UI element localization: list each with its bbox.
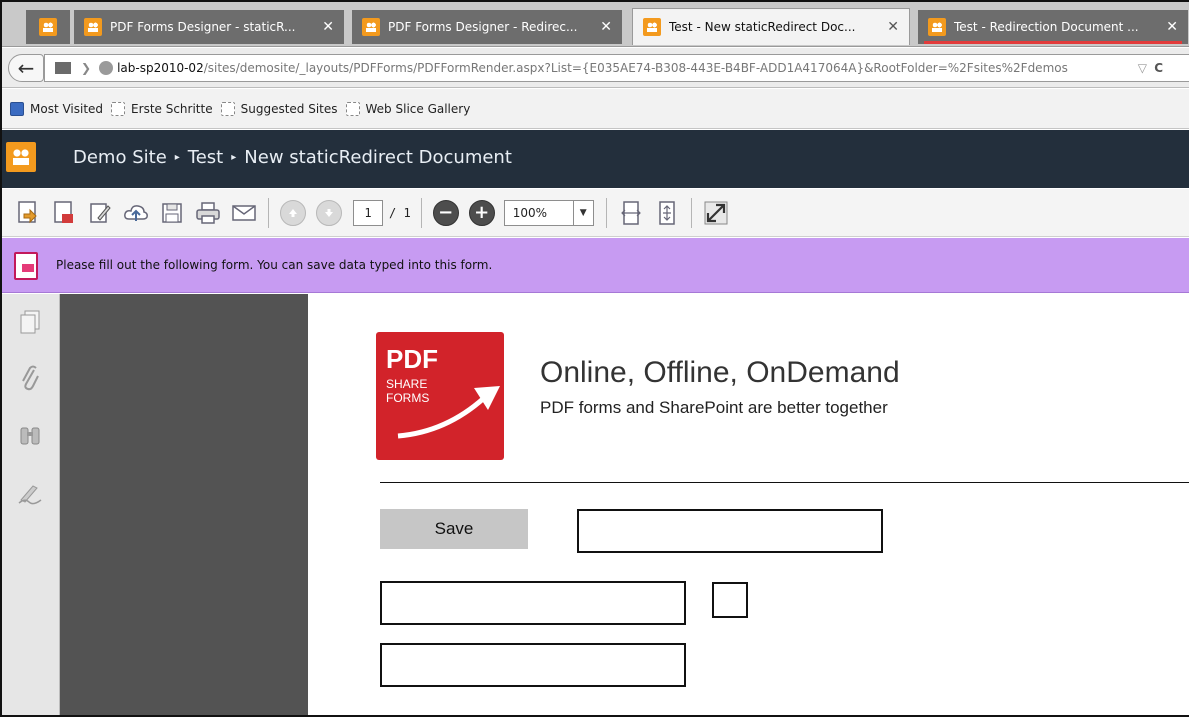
form-document-icon [14, 252, 38, 280]
sharepoint-favicon-icon [643, 18, 661, 36]
bookmark-erste-schritte[interactable]: Erste Schritte [111, 101, 213, 116]
bookmark-icon [220, 101, 235, 116]
pdf-page: PDF SHARE FORMS Online, Offline, OnDeman… [308, 294, 1189, 715]
next-page-icon[interactable] [316, 199, 342, 226]
print-icon[interactable] [190, 197, 226, 229]
tab-loading-underline [924, 41, 1182, 44]
sharepoint-favicon-icon [39, 18, 57, 36]
tab-test-redirection[interactable]: Test - Redirection Document ... ✕ [918, 10, 1188, 44]
bookmark-label: Erste Schritte [131, 101, 213, 116]
url-bar[interactable]: ❯ lab-sp2010-02 /sites/demosite/_layouts… [44, 54, 1189, 82]
sharepoint-favicon-icon [84, 18, 102, 36]
bookmark-web-slice-gallery[interactable]: Web Slice Gallery [345, 101, 471, 116]
email-icon[interactable] [226, 197, 262, 229]
tab-label: Test - New staticRedirect Doc... [669, 20, 856, 34]
attachment-icon[interactable] [16, 364, 44, 392]
pdf-toolbar: 1 / 1 − + 100% ▼ [2, 189, 1189, 237]
breadcrumb-separator-icon: ▸ [231, 152, 237, 163]
logo-arrow-icon [397, 386, 500, 439]
url-path: /sites/demosite/_layouts/PDFForms/PDFFor… [203, 61, 1068, 75]
bookmark-icon [111, 101, 126, 116]
tab-test-static-redirect[interactable]: Test - New staticRedirect Doc... ✕ [632, 8, 910, 45]
zoom-out-icon[interactable]: − [432, 199, 459, 226]
breadcrumb-test[interactable]: Test [188, 147, 223, 168]
toolbar-divider [420, 197, 422, 228]
form-data-icon[interactable] [46, 197, 82, 229]
page-number-input[interactable]: 1 [353, 199, 383, 226]
bookmark-label: Suggested Sites [240, 101, 338, 116]
import-data-icon[interactable] [10, 197, 46, 229]
url-history-dropdown-icon[interactable]: ▽ [1138, 61, 1147, 75]
document-tagline: PDF forms and SharePoint are better toge… [540, 398, 888, 417]
form-message-text: Please fill out the following form. You … [56, 258, 493, 272]
sharepoint-favicon-icon [362, 18, 380, 36]
page-total: / 1 [389, 205, 411, 220]
form-text-field-2[interactable] [380, 581, 686, 625]
tab-groups-icon[interactable] [55, 62, 71, 74]
toolbar-divider [690, 197, 692, 228]
pdf-share-forms-logo: PDF SHARE FORMS [376, 332, 504, 460]
document-background [60, 294, 308, 715]
breadcrumb-demo-site[interactable]: Demo Site [73, 147, 167, 168]
reload-icon[interactable]: C [1154, 61, 1163, 75]
breadcrumb-separator-icon: ▸ [174, 152, 180, 163]
close-icon[interactable]: ✕ [322, 19, 334, 35]
document-divider [380, 482, 1189, 483]
navigation-pane [2, 294, 60, 715]
sharepoint-logo-icon[interactable] [6, 142, 36, 172]
bookmark-label: Web Slice Gallery [365, 101, 471, 116]
sharepoint-favicon-icon [928, 18, 946, 36]
edit-form-icon[interactable] [82, 197, 118, 229]
document-headline: Online, Offline, OnDemand [540, 356, 900, 389]
bookmark-suggested-sites[interactable]: Suggested Sites [220, 101, 338, 116]
fit-page-icon[interactable] [649, 197, 685, 229]
bookmark-most-visited[interactable]: Most Visited [10, 101, 104, 116]
save-button[interactable]: Save [380, 509, 528, 549]
save-icon[interactable] [154, 197, 190, 229]
form-checkbox[interactable] [712, 582, 748, 618]
form-text-field-1[interactable] [577, 509, 883, 553]
close-icon[interactable]: ✕ [887, 19, 899, 35]
back-button[interactable]: ← [8, 54, 44, 82]
tab-pinned[interactable] [26, 10, 70, 44]
signatures-icon[interactable] [16, 480, 44, 508]
zoom-in-icon[interactable]: + [468, 199, 495, 226]
back-arrow-icon: ← [17, 56, 35, 80]
tab-strip: PDF Forms Designer - staticR... ✕ PDF Fo… [2, 2, 1189, 47]
bookmark-label: Most Visited [30, 101, 104, 116]
breadcrumb-document: New staticRedirect Document [244, 147, 512, 168]
tab-label: PDF Forms Designer - Redirec... [388, 20, 578, 34]
fit-width-icon[interactable] [613, 197, 649, 229]
previous-page-icon[interactable] [280, 199, 306, 226]
url-host: lab-sp2010-02 [117, 61, 204, 75]
close-icon[interactable]: ✕ [600, 19, 612, 35]
chevron-right-icon: ❯ [81, 61, 92, 75]
toolbar-divider [605, 197, 607, 228]
toolbar-divider [268, 197, 269, 228]
form-message-bar: Please fill out the following form. You … [2, 238, 1189, 293]
tab-label: PDF Forms Designer - staticR... [110, 20, 296, 34]
most-visited-icon [10, 101, 24, 116]
bookmark-icon [345, 101, 360, 116]
close-icon[interactable]: ✕ [1166, 19, 1178, 35]
browser-window: PDF Forms Designer - staticR... ✕ PDF Fo… [0, 0, 1189, 717]
zoom-value: 100% [512, 205, 547, 220]
upload-cloud-icon[interactable] [118, 197, 154, 229]
full-screen-icon[interactable] [698, 197, 734, 229]
zoom-select[interactable]: 100% ▼ [503, 199, 594, 226]
bookmarks-bar: Most Visited Erste Schritte Suggested Si… [2, 89, 1189, 129]
navigation-bar: ← ❯ lab-sp2010-02 /sites/demosite/_layou… [2, 48, 1189, 88]
globe-icon[interactable] [99, 61, 114, 75]
tab-forms-designer-redirect[interactable]: PDF Forms Designer - Redirec... ✕ [352, 10, 622, 44]
tab-label: Test - Redirection Document ... [954, 20, 1139, 34]
pages-icon[interactable] [16, 308, 44, 336]
form-text-field-3[interactable] [380, 643, 686, 687]
chevron-down-icon[interactable]: ▼ [572, 200, 593, 225]
tab-forms-designer-static[interactable]: PDF Forms Designer - staticR... ✕ [74, 10, 344, 44]
breadcrumb: Demo Site ▸ Test ▸ New staticRedirect Do… [73, 147, 512, 168]
search-binoculars-icon[interactable] [16, 422, 44, 450]
sharepoint-header: Demo Site ▸ Test ▸ New staticRedirect Do… [2, 130, 1189, 188]
